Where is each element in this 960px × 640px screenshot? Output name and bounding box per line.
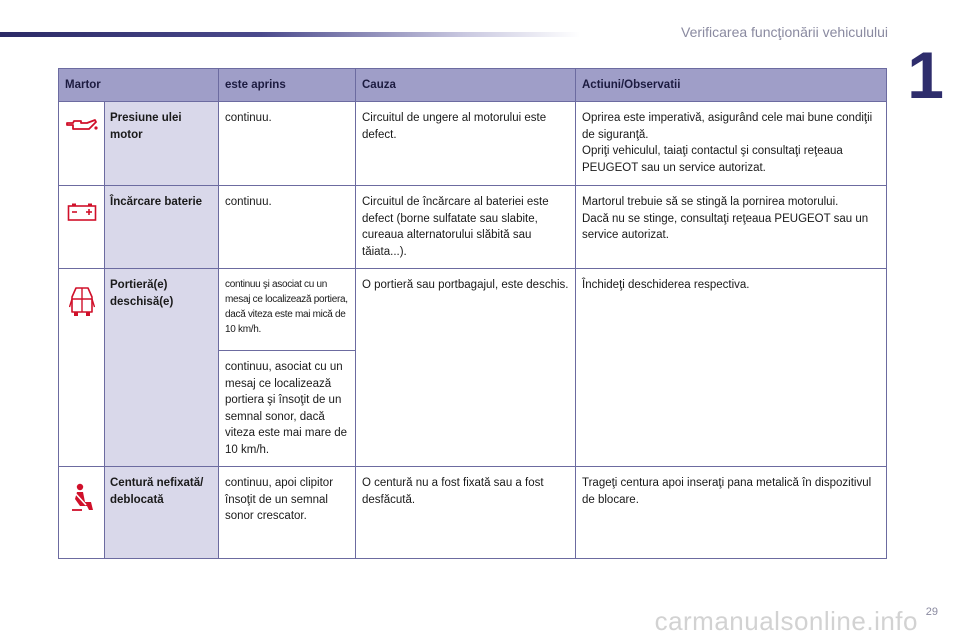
action-text-line: Martorul trebuie să se stingă la pornire…	[582, 196, 839, 208]
chapter-number: 1	[907, 38, 944, 112]
cause-text: O centură nu a fost fixată sau a fost de…	[355, 466, 576, 559]
watermark-text: carmanualsonline.info	[654, 606, 918, 636]
state-text: continuu.	[218, 185, 356, 269]
column-header-martor: Martor	[58, 68, 219, 102]
table-header-row: Martor este aprins Cauza Actiuni/Observa…	[58, 68, 887, 102]
icon-cell	[58, 466, 105, 559]
state-text: continuu, asociat cu un mesaj ce localiz…	[218, 350, 356, 467]
action-text: Închideţi deschiderea respectiva.	[575, 268, 887, 467]
warning-name: Centură nefixată/ deblocată	[104, 466, 219, 559]
warning-name: Portieră(e) deschisă(e)	[104, 268, 219, 467]
state-text: continuu şi asociat cu un mesaj ce local…	[218, 268, 356, 351]
cause-text: O portieră sau portbagajul, este deschis…	[355, 268, 576, 467]
icon-cell	[58, 185, 105, 269]
icon-cell	[58, 101, 105, 186]
column-header-este-aprins: este aprins	[218, 68, 356, 102]
battery-charge-icon	[59, 202, 104, 222]
table-row: Presiune ulei motor continuu. Circuitul …	[58, 101, 887, 186]
action-text-line: Dacă nu se stinge, consultaţi reţeaua PE…	[582, 212, 869, 242]
warning-name: Încărcare baterie	[104, 185, 219, 269]
column-header-cauza: Cauza	[355, 68, 576, 102]
action-text: Trageţi centura apoi inseraţi pana metal…	[575, 466, 887, 559]
oil-pressure-icon	[59, 118, 104, 134]
column-header-actiuni: Actiuni/Observatii	[575, 68, 887, 102]
state-text: continuu.	[218, 101, 356, 186]
action-text-line: Opriţi vehiculul, taiaţi contactul şi co…	[582, 145, 843, 174]
seatbelt-icon	[59, 483, 104, 513]
action-text-line: Oprirea este imperativă, asigurând cele …	[582, 112, 873, 141]
page-number: 29	[925, 606, 938, 618]
icon-cell	[58, 268, 105, 467]
table-row: Portieră(e) deschisă(e) continuu şi asoc…	[58, 268, 887, 467]
table-row: Centură nefixată/ deblocată continuu, ap…	[58, 466, 887, 559]
state-text: continuu, apoi clipitor însoţit de un se…	[218, 466, 356, 559]
action-text: Oprirea este imperativă, asigurând cele …	[575, 101, 887, 186]
warning-lights-table: Martor este aprins Cauza Actiuni/Observa…	[58, 68, 887, 559]
door-open-icon	[59, 285, 104, 319]
cause-text: Circuitul de încărcare al bateriei este …	[355, 185, 576, 269]
section-title: Verificarea funcţionării vehiculului	[681, 24, 888, 40]
cause-text: Circuitul de ungere al motorului este de…	[355, 101, 576, 186]
warning-name: Presiune ulei motor	[104, 101, 219, 186]
table-row: Încărcare baterie continuu. Circuitul de…	[58, 185, 887, 269]
header-accent-bar	[0, 32, 580, 37]
action-text: Martorul trebuie să se stingă la pornire…	[575, 185, 887, 269]
